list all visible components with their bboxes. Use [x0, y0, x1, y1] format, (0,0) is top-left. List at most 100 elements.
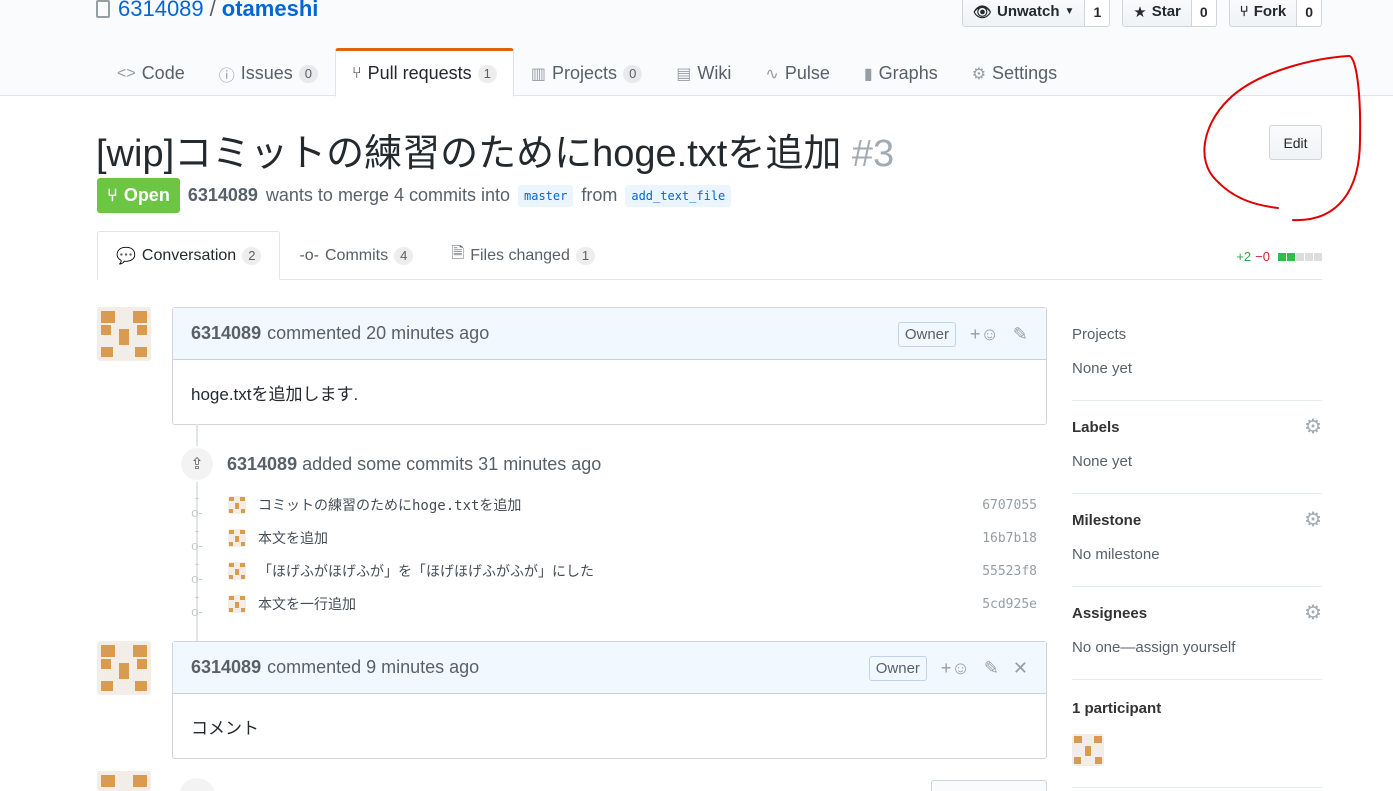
tab-commits[interactable]: -o- Commits 4 [280, 231, 432, 280]
watch-count[interactable]: 1 [1085, 0, 1111, 27]
sidebar-milestone[interactable]: Milestone ⚙ No milestone [1072, 494, 1322, 587]
fork-count[interactable]: 0 [1297, 0, 1322, 27]
comment-author[interactable]: 6314089 [191, 323, 261, 344]
commit-row: -o- 本文を一行追加 5cd925e [190, 589, 1047, 619]
nav-pulse[interactable]: ∿ Pulse [748, 48, 846, 97]
nav-code[interactable]: <> Code [100, 48, 202, 97]
repo-owner-link[interactable]: 6314089 [118, 0, 204, 22]
repo-push-icon: ⇪ [179, 446, 215, 482]
gear-icon[interactable]: ⚙ [1304, 417, 1322, 437]
commit-row: -o- 本文を追加 16b7b18 [190, 523, 1047, 553]
repo-icon [96, 0, 110, 18]
add-reaction-icon[interactable]: +☺ [970, 324, 999, 345]
commit-dot-icon: -o- [191, 589, 203, 619]
tab-conversation-count: 2 [242, 246, 262, 265]
commit-message[interactable]: 本文を一行追加 [258, 594, 356, 614]
diffstat-deletions: −0 [1255, 249, 1270, 264]
nav-wiki[interactable]: ▤ Wiki [659, 48, 748, 97]
pulse-icon: ∿ [765, 65, 779, 83]
commit-sha[interactable]: 16b7b18 [982, 531, 1037, 546]
pull-request-icon: ⑂ [352, 64, 362, 82]
commit-sha[interactable]: 55523f8 [982, 564, 1037, 579]
pr-meta: ⑂ Open 6314089 wants to merge 4 commits … [97, 178, 732, 213]
sidebar-projects[interactable]: Projects None yet [1072, 308, 1322, 401]
sidebar-milestone-title: Milestone [1072, 512, 1142, 529]
star-count[interactable]: 0 [1191, 0, 1217, 27]
commit-message[interactable]: 本文を追加 [258, 528, 328, 548]
star-button[interactable]: ★ Star [1122, 0, 1192, 27]
nav-settings-label: Settings [992, 63, 1058, 83]
nav-graphs-label: Graphs [878, 63, 938, 83]
sidebar-assignees-value: No one—assign yourself [1072, 639, 1236, 656]
comment-header: 6314089 commented 9 minutes ago Owner +☺… [173, 642, 1046, 694]
repo-header: 6314089 / otameshi 👁 Unwatch ▼ 1 ★ Star … [0, 0, 1393, 97]
participant-avatar[interactable] [1072, 734, 1104, 766]
sidebar-assignees[interactable]: Assignees ⚙ No one—assign yourself [1072, 587, 1322, 680]
sidebar-labels-title: Labels [1072, 419, 1120, 436]
nav-pull-requests[interactable]: ⑂ Pull requests 1 [335, 48, 514, 97]
fork-button[interactable]: ⑂ Fork [1228, 0, 1298, 27]
comment-timestamp[interactable]: commented 9 minutes ago [267, 657, 479, 678]
owner-badge: Owner [868, 655, 927, 681]
sidebar-projects-title: Projects [1072, 326, 1127, 343]
nav-pulse-label: Pulse [784, 63, 830, 83]
pencil-icon[interactable]: ✎ [1013, 324, 1028, 345]
avatar[interactable] [97, 771, 151, 791]
nav-pull-requests-count: 1 [477, 64, 497, 83]
tab-conversation[interactable]: 💬 Conversation 2 [97, 231, 281, 280]
repo-separator: / [209, 0, 216, 21]
unwatch-label: Unwatch [997, 3, 1060, 20]
gear-icon[interactable]: ⚙ [1304, 510, 1322, 530]
comment-author[interactable]: 6314089 [191, 657, 261, 678]
tab-conversation-label: Conversation [141, 246, 237, 264]
pr-state-badge: ⑂ Open [97, 178, 180, 213]
pr-number: #3 [851, 133, 895, 175]
commit-avatar[interactable] [228, 595, 246, 613]
book-icon: ▤ [676, 65, 692, 83]
base-branch[interactable]: master [518, 184, 574, 207]
gear-icon[interactable]: ⚙ [1304, 603, 1322, 623]
commits-event-author[interactable]: 6314089 [227, 454, 297, 474]
pr-title-text: [wip]コミットの練習のためにhoge.txtを追加 [96, 133, 842, 175]
commit-message[interactable]: 「ほげふがほげふが」を「ほげほげふがふが」にした [258, 561, 594, 581]
tab-files-changed[interactable]: 🗎 Files changed 1 [432, 231, 614, 280]
owner-badge: Owner [897, 321, 957, 347]
pr-tabs: 💬 Conversation 2 -o- Commits 4 🗎 Files c… [97, 231, 1322, 280]
comment-actions: Owner +☺ ✎ [897, 308, 1028, 360]
head-branch[interactable]: add_text_file [625, 184, 732, 207]
avatar[interactable] [97, 307, 151, 361]
commit-message[interactable]: コミットの練習のためにhoge.txtを追加 [258, 495, 521, 515]
commit-avatar[interactable] [228, 529, 246, 547]
eye-icon: 👁 [972, 3, 993, 21]
comment-2: 6314089 commented 9 minutes ago Owner +☺… [172, 641, 1047, 759]
commit-sha[interactable]: 5cd925e [982, 597, 1037, 612]
timeline-badge [179, 778, 215, 791]
add-reaction-icon[interactable]: +☺ [941, 658, 970, 679]
unwatch-button[interactable]: 👁 Unwatch ▼ [961, 0, 1086, 27]
commit-avatar[interactable] [228, 496, 246, 514]
commit-row: -o- コミットの練習のためにhoge.txtを追加 6707055 [190, 490, 1047, 520]
commit-sha[interactable]: 6707055 [982, 498, 1037, 513]
commit-dot-icon: -o- [191, 556, 203, 586]
commit-avatar[interactable] [228, 562, 246, 580]
nav-graphs[interactable]: ▮ Graphs [847, 48, 955, 97]
close-icon[interactable]: ✕ [1013, 658, 1028, 679]
nav-projects[interactable]: ▥ Projects 0 [514, 48, 659, 97]
diffstat: +2 −0 [1236, 249, 1322, 264]
nav-issues-label: Issues [240, 63, 293, 83]
comment-timestamp[interactable]: commented 20 minutes ago [267, 323, 489, 344]
comment-actions: Owner +☺ ✎ ✕ [868, 642, 1028, 694]
pencil-icon[interactable]: ✎ [984, 658, 999, 679]
avatar[interactable] [97, 641, 151, 695]
pr-author-link[interactable]: 6314089 [188, 185, 258, 206]
pull-request-icon: ⑂ [107, 185, 118, 205]
star-icon: ★ [1133, 3, 1147, 21]
repo-name-link[interactable]: otameshi [222, 0, 319, 22]
sidebar-participants-title: 1 participant [1072, 700, 1162, 717]
comment-1: 6314089 commented 20 minutes ago Owner +… [172, 307, 1047, 425]
nav-issues[interactable]: ⓘ Issues 0 [202, 48, 335, 97]
sidebar-labels[interactable]: Labels ⚙ None yet [1072, 401, 1322, 494]
partial-button[interactable] [931, 780, 1047, 791]
nav-settings[interactable]: ⚙ Settings [955, 48, 1074, 97]
commits-event-header: 6314089 added some commits 31 minutes ag… [227, 454, 601, 475]
